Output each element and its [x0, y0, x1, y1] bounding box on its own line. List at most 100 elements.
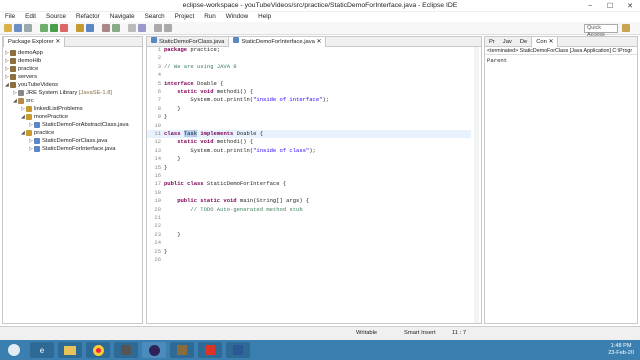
quick-access-input[interactable]: Quick Access — [584, 24, 618, 38]
tab-declaration[interactable]: De — [516, 37, 531, 47]
code-line[interactable]: 22 — [147, 222, 471, 230]
tree-item-src[interactable]: ◢ src — [13, 97, 34, 105]
tree-item-practice-package[interactable]: ◢ practice — [21, 129, 54, 137]
tab-staticdemoforclass[interactable]: StaticDemoForClass.java — [147, 36, 228, 47]
tree-item-staticdemoforabstractclass[interactable]: ▷ StaticDemoForAbstractClass.java — [29, 121, 129, 129]
line-number: 22 — [154, 222, 161, 230]
print-icon[interactable] — [24, 24, 32, 32]
code-line[interactable]: 16 — [147, 172, 471, 180]
menu-help[interactable]: Help — [253, 12, 276, 22]
java-file-icon — [34, 146, 40, 152]
run-icon[interactable] — [50, 24, 58, 32]
tab-javadoc[interactable]: Jav — [499, 37, 516, 47]
ie-icon[interactable]: e — [30, 342, 54, 358]
search-icon[interactable] — [112, 24, 120, 32]
code-line[interactable]: 23 } — [147, 231, 471, 239]
code-line[interactable]: 19 public static void main(String[] args… — [147, 197, 471, 205]
annotation-icon[interactable] — [128, 24, 136, 32]
code-line[interactable]: 18 — [147, 189, 471, 197]
tab-console[interactable]: Con ✕ — [531, 36, 559, 47]
tree-item-label: StaticDemoForAbstractClass.java — [42, 122, 129, 128]
tree-item-staticdemoforinterface[interactable]: ▷ StaticDemoForInterface.java — [29, 145, 115, 153]
tree-item-morepractice[interactable]: ◢ morePractice — [21, 113, 68, 121]
next-annotation-icon[interactable] — [138, 24, 146, 32]
media-icon[interactable] — [114, 342, 138, 358]
new-icon[interactable] — [4, 24, 12, 32]
word-icon[interactable] — [226, 342, 250, 358]
code-token: public class — [164, 180, 204, 188]
code-line[interactable]: 20 // TODO Auto-generated method stub — [147, 206, 471, 214]
tab-staticdemoforinterface[interactable]: StaticDemoForInterface.java ✕ — [228, 36, 327, 47]
menu-refactor[interactable]: Refactor — [71, 12, 105, 22]
code-line[interactable]: 24 — [147, 239, 471, 247]
menu-window[interactable]: Window — [221, 12, 253, 22]
minimize-button[interactable]: − — [580, 0, 600, 12]
menu-edit[interactable]: Edit — [20, 12, 41, 22]
code-line[interactable]: 5 interface Doable { — [147, 80, 471, 88]
code-line[interactable]: 8 } — [147, 105, 471, 113]
app-icon[interactable] — [170, 342, 194, 358]
tab-problems[interactable]: Pr — [485, 37, 499, 47]
tree-item-demoapp[interactable]: ▷ demoApp — [5, 49, 43, 57]
code-line[interactable]: 1 package practice; — [147, 46, 471, 54]
forward-icon[interactable] — [164, 24, 172, 32]
tab-package-explorer-label: Package Explorer — [8, 38, 54, 45]
window-controls: − ☐ ✕ — [580, 0, 640, 12]
tab-package-explorer[interactable]: Package Explorer ✕ — [3, 36, 66, 47]
close-button[interactable]: ✕ — [620, 0, 640, 12]
tree-item-demohib[interactable]: ▷ demoHib — [5, 57, 41, 65]
tree-item-practice-project[interactable]: ▷ practice — [5, 65, 38, 73]
tree-item-linkedlistproblems[interactable]: ▷ linkedListProblems — [21, 105, 83, 113]
menu-file[interactable]: File — [0, 12, 20, 22]
explorer-icon[interactable] — [58, 342, 82, 358]
menu-project[interactable]: Project — [170, 12, 200, 22]
code-line[interactable]: 14 } — [147, 155, 471, 163]
back-icon[interactable] — [154, 24, 162, 32]
code-line[interactable]: 13 System.out.println("inside of class")… — [147, 147, 471, 155]
start-button[interactable] — [2, 342, 26, 358]
editor-overview-ruler[interactable] — [474, 47, 479, 323]
code-line[interactable]: 17 public class StaticDemoForInterface { — [147, 180, 471, 188]
menu-search[interactable]: Search — [140, 12, 170, 22]
code-line[interactable]: 7 System.out.println("inside of interfac… — [147, 96, 471, 104]
maximize-button[interactable]: ☐ — [600, 0, 620, 12]
menu-navigate[interactable]: Navigate — [105, 12, 140, 22]
code-line[interactable]: 21 — [147, 214, 471, 222]
code-line[interactable]: 10 — [147, 122, 471, 130]
new-class-icon[interactable] — [86, 24, 94, 32]
new-package-icon[interactable] — [76, 24, 84, 32]
debug-icon[interactable] — [40, 24, 48, 32]
code-line[interactable]: 26 — [147, 256, 471, 264]
code-line[interactable]: 12 static void method1() { — [147, 138, 471, 146]
line-number: 6 — [157, 88, 161, 95]
tree-item-servers[interactable]: ▷ servers — [5, 73, 37, 81]
code-token: ); — [322, 96, 330, 104]
eclipse-icon[interactable] — [142, 342, 166, 358]
external-tools-icon[interactable] — [60, 24, 68, 32]
tree-item-jre-library[interactable]: ▷ JRE System Library [JavaSE-1.8] — [13, 89, 112, 97]
code-line[interactable]: 11 class Task implements Doable { — [147, 130, 471, 139]
line-number: 26 — [154, 256, 161, 263]
code-line[interactable]: 6 static void method1() { — [147, 88, 471, 96]
save-icon[interactable] — [14, 24, 22, 32]
tree-item-youtubevideos[interactable]: ◢ youTubeVideos — [5, 81, 58, 89]
code-line[interactable]: 4 — [147, 71, 471, 79]
pdf-icon[interactable] — [198, 342, 222, 358]
chrome-icon[interactable] — [86, 342, 110, 358]
code-line[interactable]: 2 — [147, 54, 471, 62]
code-token: "inside of interface" — [253, 96, 323, 104]
code-line[interactable]: 9} — [147, 113, 471, 121]
menu-source[interactable]: Source — [41, 12, 71, 22]
open-type-icon[interactable] — [102, 24, 110, 32]
code-line[interactable]: 3// We are using JAVA 8 — [147, 63, 471, 71]
system-clock[interactable]: 1:48 PM 23-Feb-20 — [608, 343, 634, 357]
menu-run[interactable]: Run — [199, 12, 221, 22]
tree-item-staticdemoforclass[interactable]: ▷ StaticDemoForClass.java — [29, 137, 107, 145]
java-perspective-icon[interactable] — [622, 24, 630, 32]
code-line[interactable]: 25} — [147, 248, 471, 256]
code-line[interactable]: 15} — [147, 164, 471, 172]
code-editor[interactable]: 1 package practice; 2 3// We are using JAVA… — [147, 46, 471, 316]
tree-item-label: practice — [34, 130, 55, 136]
